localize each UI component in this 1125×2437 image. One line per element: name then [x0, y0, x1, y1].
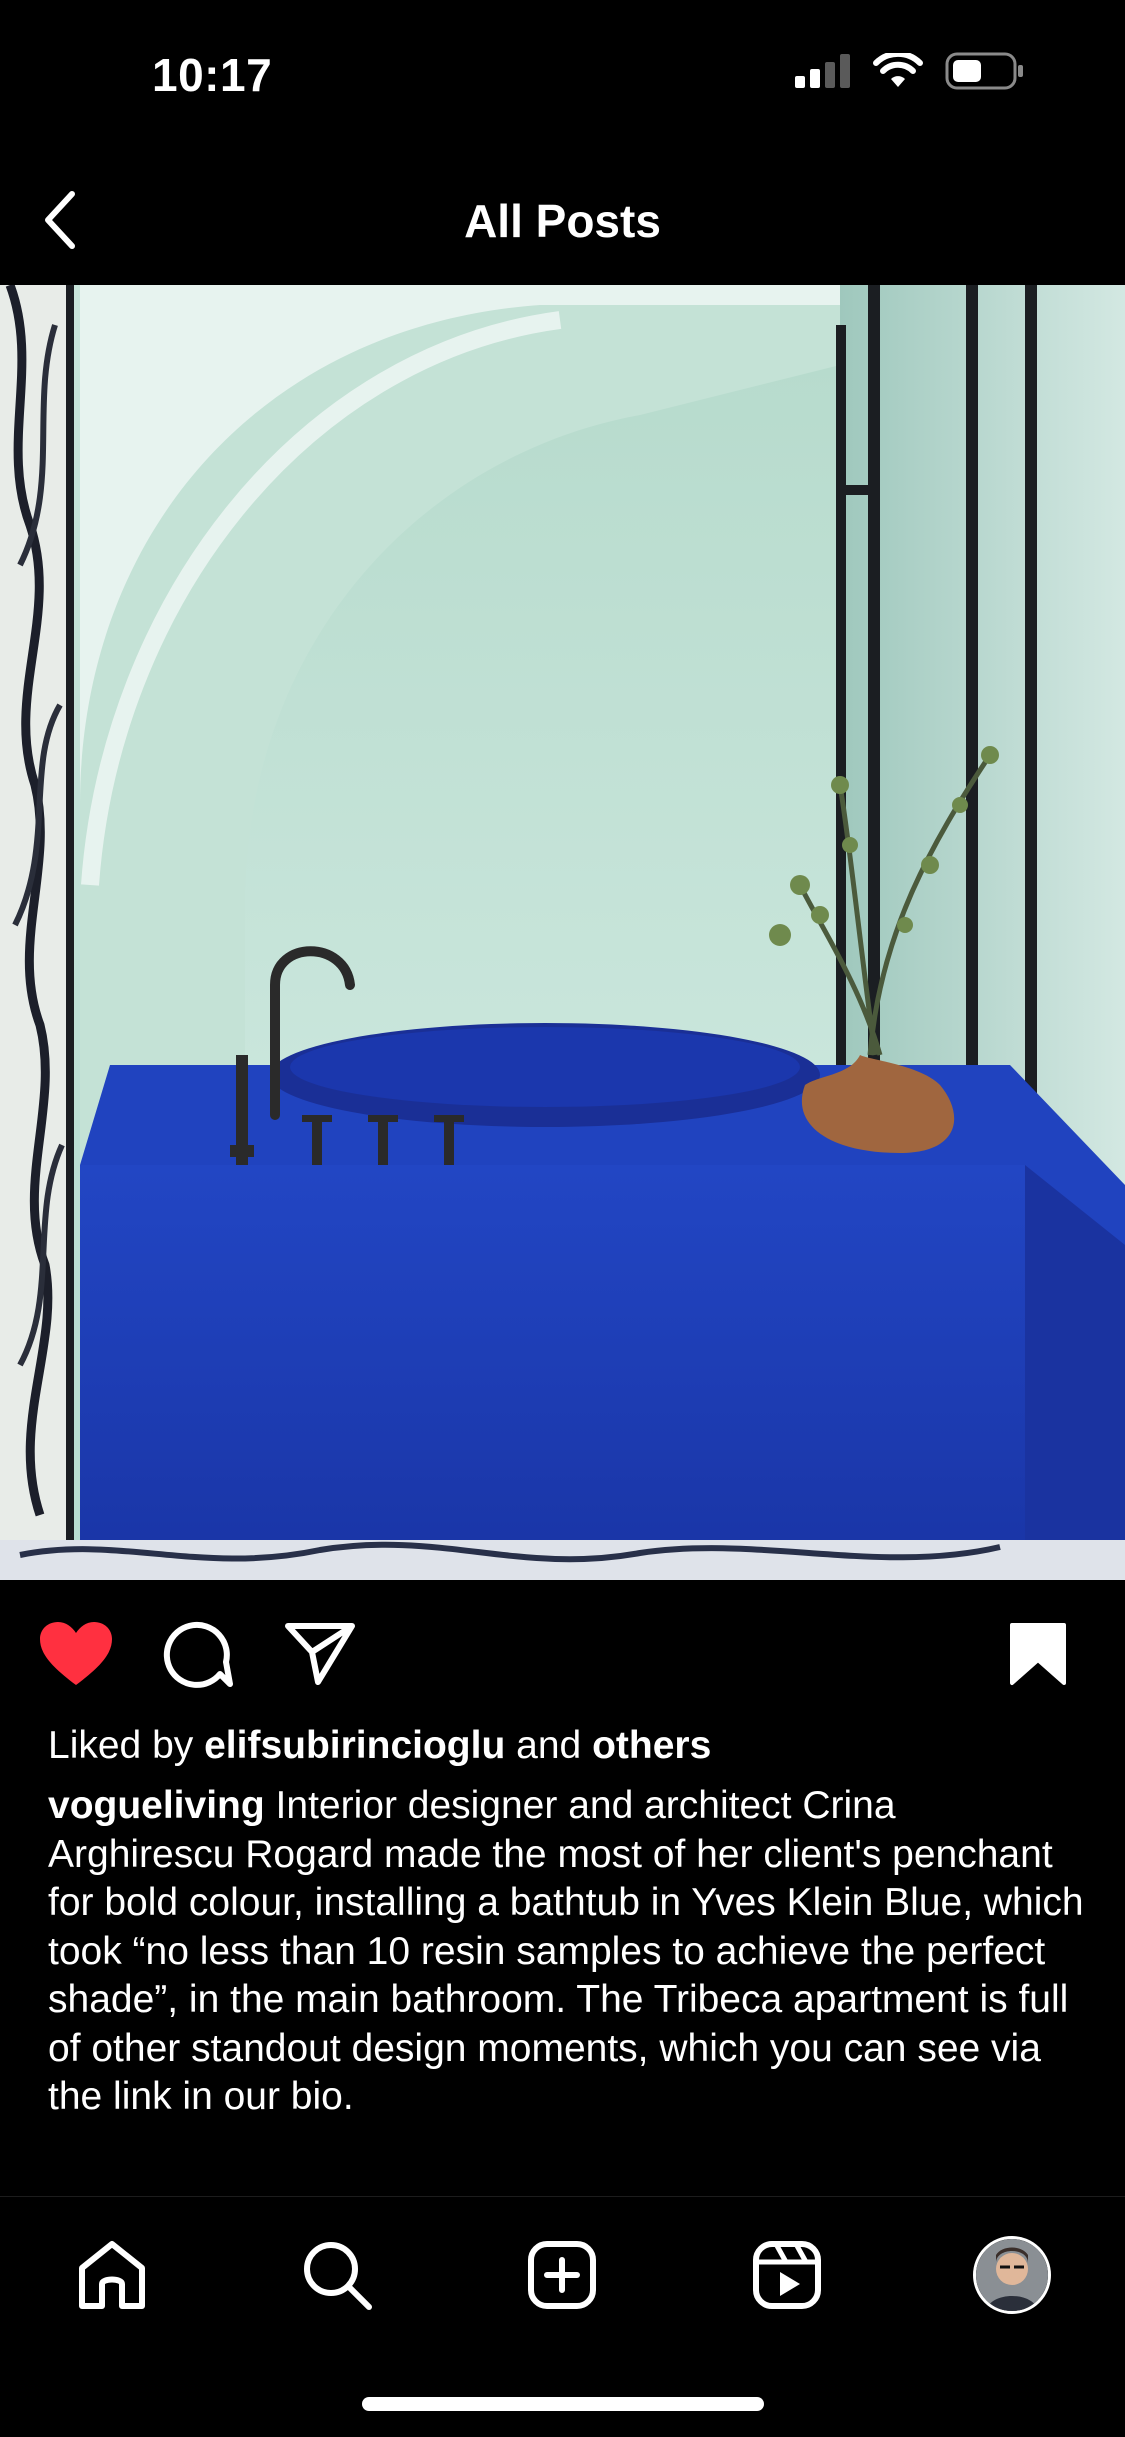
- status-time: 10:17: [152, 49, 273, 101]
- post-actions: [0, 1580, 1125, 1720]
- profile-avatar-icon: [976, 2239, 1048, 2311]
- caption-username[interactable]: vogueliving: [48, 1784, 265, 1827]
- bathtub-photo: [0, 285, 1125, 1580]
- create-icon: [528, 2241, 596, 2309]
- cellular-signal-icon: [795, 54, 850, 88]
- page-title: All Posts: [464, 195, 661, 247]
- tab-home[interactable]: [62, 2225, 162, 2325]
- caption-text: Interior designer and architect Crina Ar…: [48, 1784, 1084, 2118]
- tab-create[interactable]: [512, 2225, 612, 2325]
- status-bar: 10:17: [0, 0, 1125, 150]
- tab-profile[interactable]: [962, 2225, 1062, 2325]
- liked-by-user-link[interactable]: elifsubirincioglu: [204, 1724, 505, 1767]
- heart-icon: [40, 1622, 112, 1685]
- post-caption: vogueliving Interior designer and archit…: [48, 1782, 1088, 2122]
- comment-button[interactable]: [158, 1614, 238, 1694]
- likes-joiner: and: [516, 1724, 582, 1767]
- post-image[interactable]: [0, 285, 1125, 1580]
- nav-header: All Posts: [0, 150, 1125, 285]
- tab-reels[interactable]: [737, 2225, 837, 2325]
- wifi-icon: [873, 53, 923, 87]
- home-icon: [79, 2241, 145, 2309]
- tab-bar: [0, 2196, 1125, 2437]
- bookmark-icon: [1010, 1623, 1066, 1685]
- status-icons: [795, 52, 1025, 90]
- like-button[interactable]: [36, 1614, 116, 1694]
- save-button[interactable]: [998, 1614, 1078, 1694]
- home-indicator: [362, 2397, 764, 2411]
- search-icon: [304, 2242, 372, 2310]
- likes-others-link[interactable]: others: [592, 1724, 711, 1767]
- share-button[interactable]: [280, 1614, 360, 1694]
- battery-icon: [945, 52, 1023, 90]
- avatar: [973, 2236, 1051, 2314]
- likes-prefix: Liked by: [48, 1724, 194, 1767]
- tab-search[interactable]: [287, 2225, 387, 2325]
- likes-summary: Liked by elifsubirincioglu and others: [48, 1722, 711, 1770]
- reels-icon: [753, 2241, 821, 2309]
- share-icon: [285, 1623, 355, 1685]
- comment-icon: [163, 1621, 233, 1688]
